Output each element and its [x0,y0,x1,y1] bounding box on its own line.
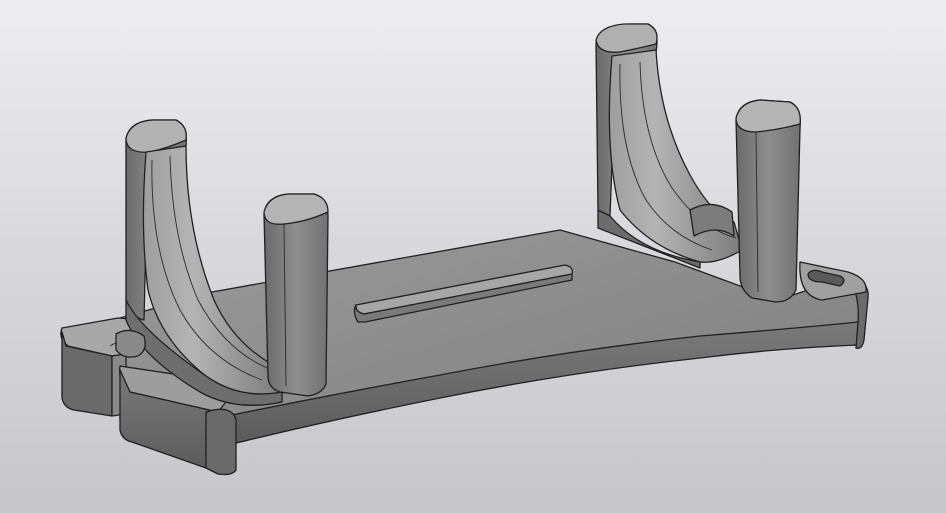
right-foot-tab [799,261,867,301]
cad-3d-viewport[interactable] [0,0,946,513]
bracket-stand-model[interactable] [0,0,946,513]
